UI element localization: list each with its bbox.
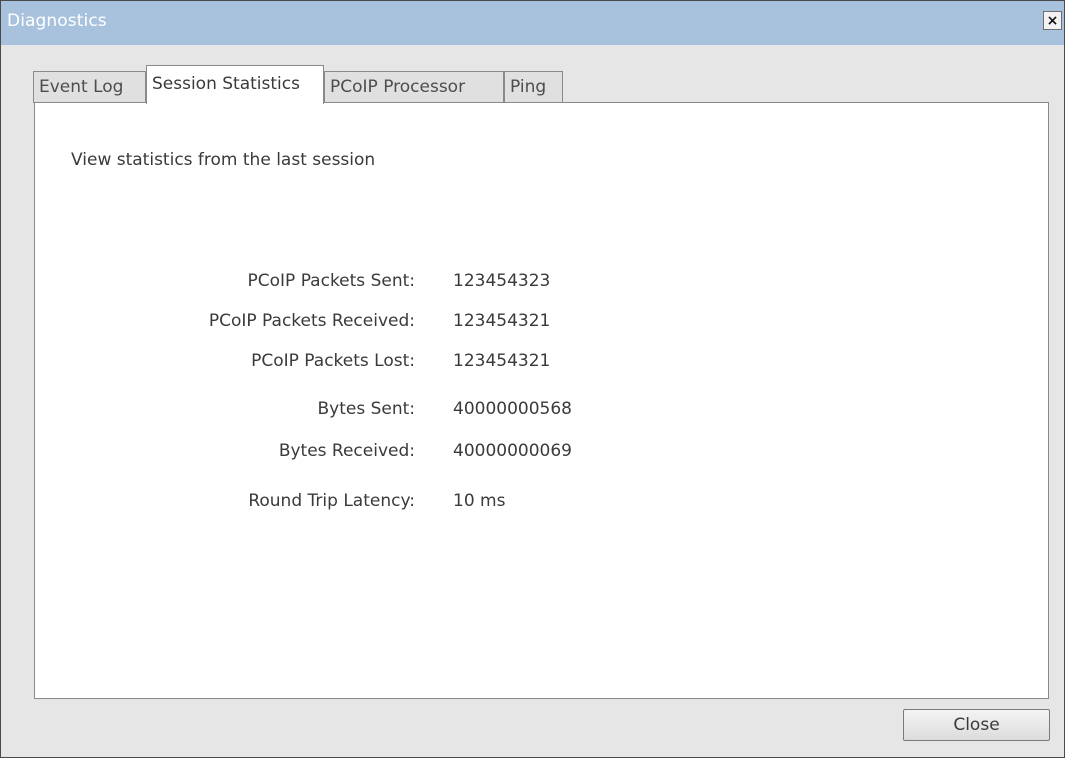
tab-ping[interactable]: Ping — [504, 71, 563, 103]
stat-label-packets-received: PCoIP Packets Received: — [208, 311, 415, 331]
close-window-icon[interactable]: × — [1043, 11, 1062, 30]
stat-label-packets-sent: PCoIP Packets Sent: — [247, 271, 416, 291]
stat-value-packets-sent: 123454323 — [453, 271, 551, 291]
stat-value-round-trip-latency: 10 ms — [453, 491, 506, 511]
tab-event-log[interactable]: Event Log — [33, 71, 146, 103]
stat-label-bytes-received: Bytes Received: — [278, 441, 415, 461]
stat-label-round-trip-latency: Round Trip Latency: — [248, 491, 415, 511]
stat-label-bytes-sent: Bytes Sent: — [317, 399, 415, 419]
stat-value-packets-received: 123454321 — [453, 311, 551, 331]
intro-text: View statistics from the last session — [71, 150, 376, 170]
diagnostics-window: Diagnostics × Event Log Session Statisti… — [0, 0, 1065, 758]
stat-label-packets-lost: PCoIP Packets Lost: — [251, 351, 415, 371]
title-bar: Diagnostics × — [1, 1, 1064, 45]
window-title: Diagnostics — [7, 11, 107, 31]
stat-value-bytes-received: 40000000069 — [453, 441, 572, 461]
tab-pcoip-processor[interactable]: PCoIP Processor — [324, 71, 504, 103]
tab-session-statistics[interactable]: Session Statistics — [146, 65, 324, 104]
stat-value-bytes-sent: 40000000568 — [453, 399, 572, 419]
stat-value-packets-lost: 123454321 — [453, 351, 551, 371]
close-button[interactable]: Close — [903, 709, 1050, 741]
session-statistics-panel: View statistics from the last session PC… — [34, 102, 1049, 699]
